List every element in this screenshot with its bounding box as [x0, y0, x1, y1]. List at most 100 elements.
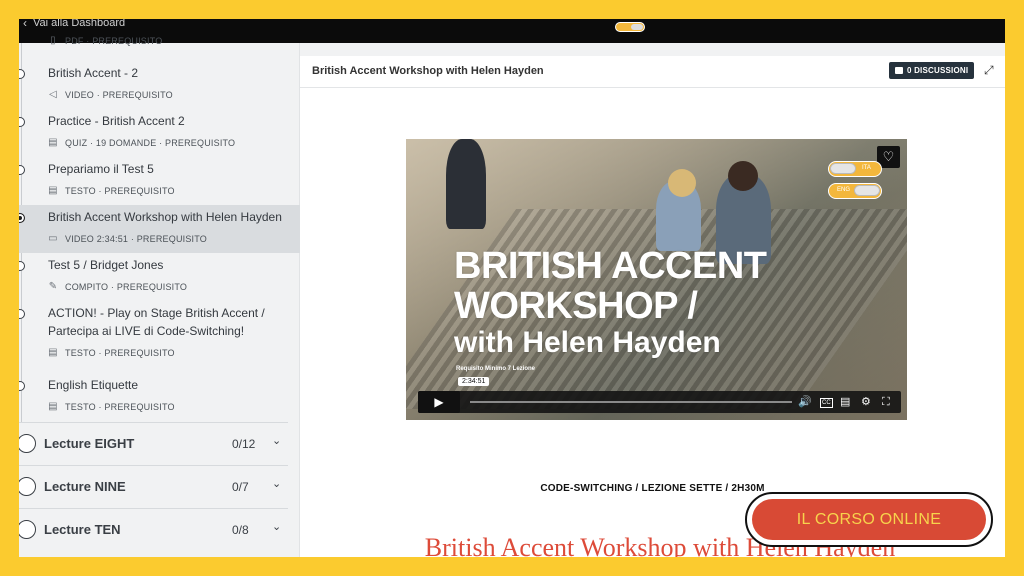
lesson-status-dot: [19, 309, 25, 319]
lesson-meta-text: TESTO · PREREQUISITO: [65, 401, 175, 412]
sidebar-lesson-british-accent-2[interactable]: British Accent - 2 ◁ VIDEO · PREREQUISIT…: [19, 61, 300, 109]
sidebar-lesson-workshop-active[interactable]: British Accent Workshop with Helen Hayde…: [19, 205, 300, 253]
lesson-header: British Accent Workshop with Helen Hayde…: [300, 56, 1005, 88]
online-course-button[interactable]: IL CORSO ONLINE: [752, 499, 986, 540]
course-sidebar: ▯ PDF · PREREQUISITO British Accent - 2 …: [19, 35, 300, 557]
person-figure: [446, 139, 486, 229]
lesson-meta-text: VIDEO 2:34:51 · PREREQUISITO: [65, 233, 207, 244]
lesson-meta: ▤ TESTO · PREREQUISITO: [48, 401, 175, 412]
lesson-title: British Accent Workshop with Helen Hayde…: [48, 210, 282, 224]
lesson-meta: ▤ QUIZ · 19 DOMANDE · PREREQUISITO: [48, 137, 235, 148]
discussions-label: 0 DISCUSSIONI: [907, 66, 969, 75]
discussions-button[interactable]: 0 DISCUSSIONI: [889, 62, 975, 79]
text-doc-icon: ▤: [48, 347, 58, 358]
lesson-content: British Accent Workshop with Helen Hayde…: [300, 56, 1005, 557]
toggle-label: ENG: [837, 187, 851, 193]
person-head: [728, 161, 758, 191]
section-status-circle: [19, 434, 36, 453]
lesson-status-dot: [19, 165, 25, 175]
toggle-knob: [830, 163, 856, 174]
video-title-line2: WORKSHOP /: [454, 284, 698, 327]
speaker-icon: ◁: [49, 89, 57, 100]
lesson-meta-text: TESTO · PREREQUISITO: [65, 185, 175, 196]
section-count: 0/7: [232, 480, 249, 494]
lesson-meta-text: TESTO · PREREQUISITO: [65, 347, 175, 358]
assignment-icon: ✎: [48, 281, 58, 292]
lesson-meta: ◁ VIDEO · PREREQUISITO: [48, 89, 173, 100]
video-controls: 2:34:51 ▶ 🔊 CC ▤ ⚙ ⛶: [418, 377, 901, 413]
sidebar-lesson-partial[interactable]: ▯ PDF · PREREQUISITO: [19, 31, 300, 55]
lesson-title: British Accent - 2: [48, 66, 139, 80]
video-camera-icon: ▭: [48, 233, 58, 244]
chat-bubble-icon: [895, 67, 903, 74]
back-to-dashboard-link[interactable]: ‹ Vai alla Dashboard: [23, 19, 125, 30]
section-count: 0/8: [232, 523, 249, 537]
lesson-status-dot: [19, 117, 25, 127]
lesson-title: Test 5 / Bridget Jones: [48, 258, 164, 272]
sidebar-lesson-action[interactable]: ACTION! - Play on Stage British Accent /…: [19, 301, 300, 367]
lesson-title: Practice - British Accent 2: [48, 114, 185, 128]
section-lecture-ten[interactable]: Lecture TEN 0/8 ⌄: [19, 508, 288, 550]
lesson-meta-text: QUIZ · 19 DOMANDE · PREREQUISITO: [65, 137, 236, 148]
lesson-meta: ✎ COMPITO · PREREQUISITO: [48, 281, 187, 292]
captions-icon[interactable]: CC: [820, 398, 833, 408]
section-lecture-nine[interactable]: Lecture NINE 0/7 ⌄: [19, 465, 288, 507]
lesson-meta: ▤ TESTO · PREREQUISITO: [48, 347, 175, 358]
language-toggle-eng[interactable]: ENG: [828, 183, 882, 199]
section-lecture-eight[interactable]: Lecture EIGHT 0/12 ⌄: [19, 422, 288, 464]
video-player[interactable]: BRITISH ACCENT WORKSHOP / with Helen Hay…: [406, 139, 907, 420]
transcript-icon[interactable]: ▤: [840, 395, 850, 409]
time-tooltip: 2:34:51: [458, 377, 490, 386]
fullscreen-icon[interactable]: ⛶: [882, 395, 890, 409]
chevron-down-icon[interactable]: ⌄: [272, 477, 281, 490]
toggle-knob: [854, 185, 880, 196]
lesson-title: Prepariamo il Test 5: [48, 162, 154, 176]
text-doc-icon: ▤: [48, 185, 58, 196]
lesson-status-dot: [19, 213, 25, 223]
section-status-circle: [19, 477, 36, 496]
lesson-meta: ▭ VIDEO 2:34:51 · PREREQUISITO: [48, 233, 207, 244]
lesson-title: English Etiquette: [48, 378, 139, 392]
video-title-line1: BRITISH ACCENT: [454, 245, 767, 287]
toggle-label: ITA: [862, 165, 871, 171]
lesson-meta: ▤ TESTO · PREREQUISITO: [48, 185, 175, 196]
video-subtitle: Requisito Minimo 7 Lezione: [456, 366, 536, 372]
sidebar-lesson-etiquette[interactable]: English Etiquette ▤ TESTO · PREREQUISITO: [19, 373, 300, 421]
chevron-down-icon[interactable]: ⌄: [272, 434, 281, 447]
sidebar-lesson-prepariamo[interactable]: Prepariamo il Test 5 ▤ TESTO · PREREQUIS…: [19, 157, 300, 205]
online-course-cta[interactable]: IL CORSO ONLINE: [745, 492, 993, 547]
chevron-left-icon: ‹: [23, 19, 27, 30]
lesson-status-dot: [19, 69, 25, 79]
language-toggle-ita[interactable]: ITA: [828, 161, 882, 177]
app-frame: ‹ Vai alla Dashboard ▯ PDF · PREREQUISIT…: [19, 19, 1005, 557]
lesson-title-line2: Partecipa ai LIVE di Code-Switching!: [48, 324, 245, 338]
person-head: [668, 169, 696, 197]
volume-icon[interactable]: 🔊: [798, 395, 812, 409]
lesson-meta: ▯ PDF · PREREQUISITO: [48, 35, 162, 46]
lesson-status-dot: [19, 381, 25, 391]
quiz-icon: ▤: [48, 137, 58, 148]
sidebar-lesson-test5[interactable]: Test 5 / Bridget Jones ✎ COMPITO · PRERE…: [19, 253, 300, 301]
sidebar-lesson-practice[interactable]: Practice - British Accent 2 ▤ QUIZ · 19 …: [19, 109, 300, 157]
section-title: Lecture TEN: [44, 522, 121, 537]
lesson-meta-text: VIDEO · PREREQUISITO: [65, 89, 173, 100]
play-button[interactable]: ▶: [418, 391, 460, 413]
section-status-circle: [19, 520, 36, 539]
lesson-title-line1: ACTION! - Play on Stage British Accent /: [48, 306, 265, 320]
pdf-icon: ▯: [50, 35, 56, 46]
settings-gear-icon[interactable]: ⚙: [861, 395, 871, 409]
section-title: Lecture NINE: [44, 479, 126, 494]
lesson-header-title: British Accent Workshop with Helen Hayde…: [312, 65, 544, 77]
lesson-meta-text: PDF · PREREQUISITO: [65, 35, 163, 46]
lesson-meta-text: COMPITO · PREREQUISITO: [65, 281, 188, 292]
lesson-status-dot: [19, 261, 25, 271]
progress-bar[interactable]: [470, 401, 792, 403]
language-toggle-mini[interactable]: [615, 22, 645, 32]
expand-icon[interactable]: ⤢: [984, 63, 994, 78]
section-title: Lecture EIGHT: [44, 436, 135, 451]
video-title-line3: with Helen Hayden: [454, 325, 721, 359]
text-doc-icon: ▤: [48, 401, 58, 412]
section-count: 0/12: [232, 437, 256, 451]
chevron-down-icon[interactable]: ⌄: [272, 520, 281, 533]
back-label: Vai alla Dashboard: [33, 19, 126, 29]
